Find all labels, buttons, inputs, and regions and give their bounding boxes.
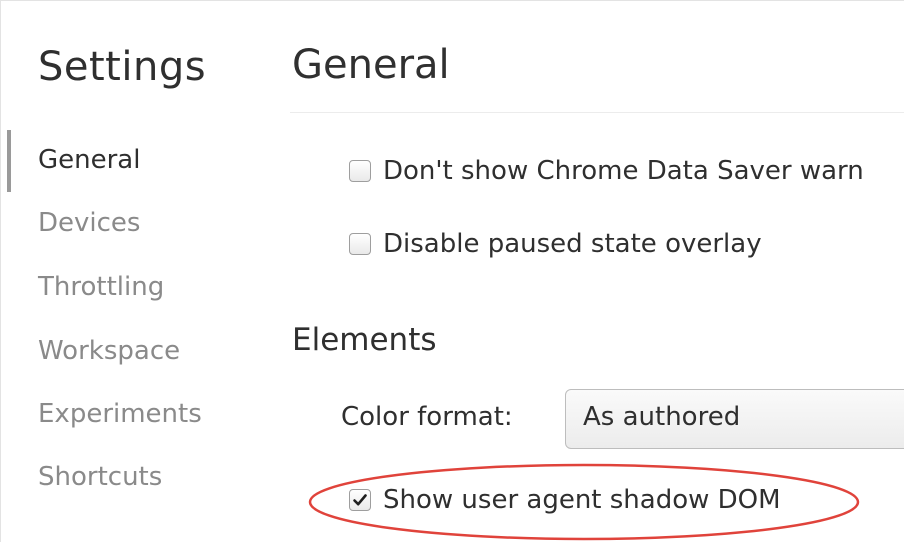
option-disable-paused-overlay[interactable]: Disable paused state overlay (349, 229, 762, 259)
data-saver-warning-label[interactable]: Don't show Chrome Data Saver warn (383, 156, 864, 186)
color-format-selected-value: As authored (583, 402, 741, 432)
disable-paused-overlay-label[interactable]: Disable paused state overlay (383, 229, 762, 259)
option-data-saver-warning[interactable]: Don't show Chrome Data Saver warn (349, 156, 864, 186)
disable-paused-overlay-checkbox[interactable] (349, 233, 371, 255)
sidebar-item-workspace[interactable]: Workspace (38, 336, 180, 366)
show-shadow-dom-checkbox[interactable] (349, 489, 371, 511)
title-divider (290, 112, 904, 113)
window-top-border (0, 0, 904, 9)
sidebar-item-general[interactable]: General (38, 145, 140, 175)
elements-section-title: Elements (292, 322, 437, 358)
sidebar-item-devices[interactable]: Devices (38, 208, 140, 238)
color-format-select[interactable]: As authored (565, 389, 904, 449)
sidebar-selected-indicator (7, 130, 11, 192)
data-saver-warning-checkbox[interactable] (349, 160, 371, 182)
window-left-border (0, 0, 1, 542)
sidebar-item-throttling[interactable]: Throttling (38, 272, 164, 302)
sidebar-item-experiments[interactable]: Experiments (38, 399, 202, 429)
color-format-label: Color format: (341, 402, 513, 432)
sidebar-item-shortcuts[interactable]: Shortcuts (38, 462, 162, 492)
sidebar-title: Settings (38, 44, 207, 90)
page-title: General (292, 42, 450, 88)
option-show-shadow-dom[interactable]: Show user agent shadow DOM (349, 485, 781, 515)
checkmark-icon (353, 494, 367, 506)
show-shadow-dom-label[interactable]: Show user agent shadow DOM (383, 485, 781, 515)
